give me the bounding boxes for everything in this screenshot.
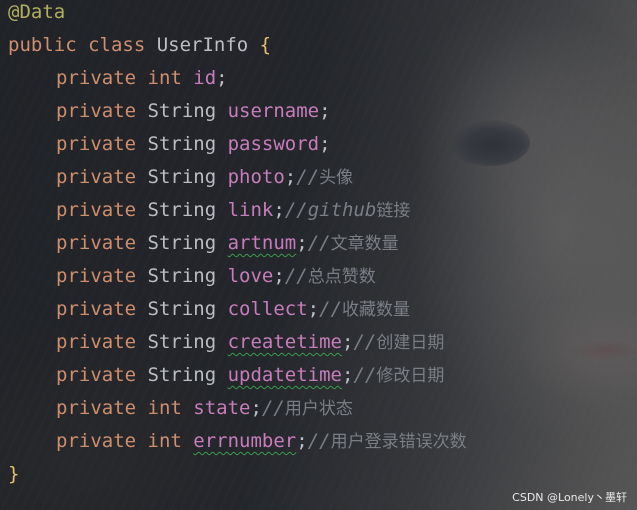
punctuation-token: ; bbox=[307, 298, 320, 320]
comment-token: // bbox=[296, 166, 320, 188]
comment-token: // bbox=[319, 298, 343, 320]
comment-token: 文章数量 bbox=[330, 234, 399, 254]
field-name-token: errnumber bbox=[193, 430, 297, 452]
keyword-token: private bbox=[56, 265, 148, 287]
code-line[interactable]: private String artnum;//文章数量 bbox=[8, 230, 399, 263]
keyword-token: class bbox=[88, 34, 157, 56]
type-token: String bbox=[147, 100, 228, 122]
keyword-token: public bbox=[8, 34, 89, 56]
field-name-token: artnum bbox=[227, 232, 297, 254]
keyword-token: int bbox=[147, 397, 194, 419]
code-line[interactable]: private String photo;//头像 bbox=[8, 164, 353, 197]
punctuation-token: ; bbox=[216, 67, 228, 89]
field-name-token: id bbox=[193, 67, 217, 89]
type-token: UserInfo bbox=[156, 34, 260, 56]
comment-token: 收藏数量 bbox=[342, 300, 411, 320]
csdn-watermark: CSDN @Lonely丶墨轩 bbox=[512, 491, 627, 504]
code-line[interactable]: private String love;//总点赞数 bbox=[8, 263, 376, 296]
comment-token: 头像 bbox=[319, 168, 354, 188]
code-line[interactable]: @Data bbox=[8, 0, 65, 32]
punctuation-token: ; bbox=[273, 199, 285, 221]
type-token: String bbox=[147, 199, 228, 221]
comment-token: // bbox=[307, 430, 331, 452]
code-line[interactable]: private int errnumber;//用户登录错误次数 bbox=[8, 428, 467, 461]
field-name-token: collect bbox=[227, 298, 308, 320]
punctuation-token: ; bbox=[341, 364, 354, 386]
brace-token: { bbox=[259, 34, 272, 56]
comment-token: 链接 bbox=[376, 201, 411, 221]
keyword-token: private bbox=[56, 67, 148, 89]
keyword-token: private bbox=[56, 199, 148, 221]
comment-token: 创建日期 bbox=[376, 333, 445, 353]
punctuation-token: ; bbox=[319, 100, 331, 122]
code-line[interactable]: } bbox=[8, 461, 19, 494]
punctuation-token: ; bbox=[296, 232, 308, 254]
code-line[interactable]: private String link;//github链接 bbox=[8, 197, 410, 230]
keyword-token: private bbox=[56, 100, 148, 122]
type-token: String bbox=[147, 364, 228, 386]
type-token: String bbox=[147, 232, 228, 254]
code-line[interactable]: public class UserInfo { bbox=[8, 32, 271, 65]
comment-token: // bbox=[353, 331, 377, 353]
field-name-token: createtime bbox=[227, 331, 342, 353]
punctuation-token: ; bbox=[250, 397, 262, 419]
code-line[interactable]: private int state;//用户状态 bbox=[8, 395, 353, 428]
keyword-token: private bbox=[56, 430, 148, 452]
annotation-token: @Data bbox=[8, 1, 66, 23]
field-name-token: love bbox=[227, 265, 274, 287]
code-line[interactable]: private String username; bbox=[8, 98, 331, 131]
punctuation-token: ; bbox=[341, 331, 354, 353]
keyword-token: int bbox=[147, 430, 194, 452]
keyword-token: private bbox=[56, 133, 148, 155]
comment-token: //github bbox=[284, 199, 377, 221]
code-editor[interactable]: @Data public class UserInfo {private int … bbox=[0, 0, 637, 510]
comment-token: // bbox=[284, 265, 308, 287]
keyword-token: private bbox=[56, 331, 148, 353]
keyword-token: int bbox=[147, 67, 194, 89]
code-line[interactable]: private String createtime;//创建日期 bbox=[8, 329, 444, 362]
type-token: String bbox=[147, 166, 228, 188]
comment-token: 修改日期 bbox=[376, 366, 445, 386]
comment-token: // bbox=[307, 232, 331, 254]
type-token: String bbox=[147, 133, 228, 155]
punctuation-token: ; bbox=[319, 133, 331, 155]
field-name-token: username bbox=[227, 100, 320, 122]
comment-token: 总点赞数 bbox=[307, 267, 376, 287]
code-line[interactable]: private String collect;//收藏数量 bbox=[8, 296, 410, 329]
field-name-token: photo bbox=[227, 166, 285, 188]
comment-token: 用户登录错误次数 bbox=[330, 432, 467, 452]
type-token: String bbox=[147, 265, 228, 287]
comment-token: // bbox=[261, 397, 285, 419]
keyword-token: private bbox=[56, 298, 148, 320]
comment-token: 用户状态 bbox=[284, 399, 353, 419]
code-line[interactable]: private String password; bbox=[8, 131, 331, 164]
field-name-token: updatetime bbox=[227, 364, 342, 386]
keyword-token: private bbox=[56, 364, 148, 386]
type-token: String bbox=[147, 331, 228, 353]
punctuation-token: ; bbox=[284, 166, 297, 188]
keyword-token: private bbox=[56, 232, 148, 254]
type-token: String bbox=[147, 298, 228, 320]
field-name-token: link bbox=[227, 199, 274, 221]
keyword-token: private bbox=[56, 397, 148, 419]
keyword-token: private bbox=[56, 166, 148, 188]
field-name-token: password bbox=[227, 133, 320, 155]
code-line[interactable]: private String updatetime;//修改日期 bbox=[8, 362, 444, 395]
brace-token: } bbox=[8, 463, 20, 485]
code-line[interactable]: private int id; bbox=[8, 65, 228, 98]
field-name-token: state bbox=[193, 397, 251, 419]
comment-token: // bbox=[353, 364, 377, 386]
punctuation-token: ; bbox=[296, 430, 308, 452]
punctuation-token: ; bbox=[273, 265, 285, 287]
